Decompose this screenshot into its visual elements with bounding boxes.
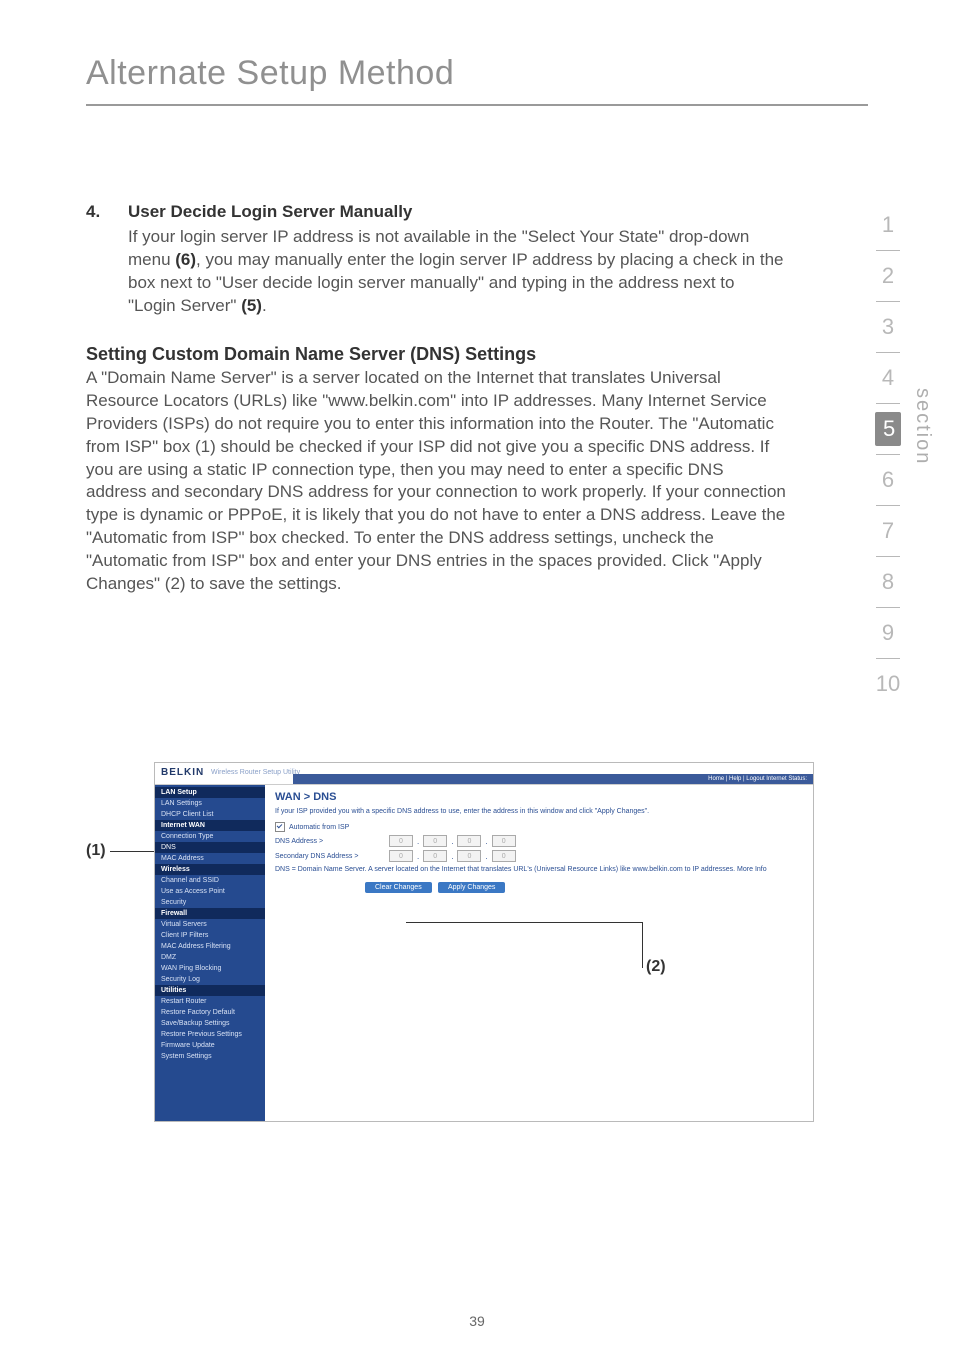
- block4-heading-row: 4. User Decide Login Server Manually: [86, 202, 786, 222]
- sidebar-firewall: Firewall: [155, 908, 265, 919]
- router-header: BELKIN Wireless Router Setup Utility Hom…: [155, 763, 813, 785]
- section-nav-6[interactable]: 6: [866, 455, 910, 505]
- dns2-address-label: Secondary DNS Address >: [275, 853, 385, 860]
- section-nav-8[interactable]: 8: [866, 557, 910, 607]
- sidebar-mac-address-filtering[interactable]: MAC Address Filtering: [155, 941, 265, 952]
- router-logo: BELKIN: [161, 767, 204, 778]
- section-nav-3[interactable]: 3: [866, 302, 910, 352]
- sidebar-wan-ping-blocking[interactable]: WAN Ping Blocking: [155, 963, 265, 974]
- section-nav-1[interactable]: 1: [866, 200, 910, 250]
- router-breadcrumb: WAN > DNS: [275, 791, 803, 803]
- dns-seg-3[interactable]: 0: [457, 835, 481, 847]
- sidebar-lan-settings[interactable]: LAN Settings: [155, 798, 265, 809]
- router-footer-note: DNS = Domain Name Server. A server locat…: [275, 865, 803, 874]
- block4-ref-6: (6): [175, 250, 196, 269]
- sidebar-channel-and-ssid[interactable]: Channel and SSID: [155, 875, 265, 886]
- sidebar-restart-router[interactable]: Restart Router: [155, 996, 265, 1007]
- title-rule: [86, 104, 868, 106]
- clear-changes-button[interactable]: Clear Changes: [365, 882, 432, 893]
- sidebar-dmz[interactable]: DMZ: [155, 952, 265, 963]
- block4-text-3: .: [262, 296, 267, 315]
- sidebar-security[interactable]: Security: [155, 897, 265, 908]
- sidebar-wireless: Wireless: [155, 864, 265, 875]
- dns-seg-2[interactable]: 0: [423, 835, 447, 847]
- dns-address-row: DNS Address > 0. 0. 0. 0: [275, 835, 803, 847]
- dns-seg-4[interactable]: 0: [492, 835, 516, 847]
- section-nav-10[interactable]: 10: [866, 659, 910, 709]
- router-ui: BELKIN Wireless Router Setup Utility Hom…: [154, 762, 814, 1122]
- callout-2: (2): [646, 958, 666, 976]
- router-main: WAN > DNS If your ISP provided you with …: [265, 785, 813, 1121]
- callout-1: (1): [86, 842, 106, 860]
- router-topbar: Home | Help | Logout Internet Status:: [293, 774, 813, 784]
- sidebar-dhcp-client-list[interactable]: DHCP Client List: [155, 809, 265, 820]
- sidebar-firmware-update[interactable]: Firmware Update: [155, 1040, 265, 1051]
- dns2-seg-1[interactable]: 0: [389, 850, 413, 862]
- sidebar-restore-previous-settings[interactable]: Restore Previous Settings: [155, 1029, 265, 1040]
- section-nav: 1234 5 678910: [866, 200, 910, 709]
- main-content: 4. User Decide Login Server Manually If …: [86, 202, 786, 596]
- section-nav-5[interactable]: 5: [875, 412, 901, 446]
- router-body: LAN SetupLAN SettingsDHCP Client ListInt…: [155, 785, 813, 1121]
- block4-text-2: , you may manually enter the login serve…: [128, 250, 783, 315]
- apply-changes-button[interactable]: Apply Changes: [438, 882, 505, 893]
- callout-2-line-v: [642, 922, 643, 968]
- sidebar-save-backup-settings[interactable]: Save/Backup Settings: [155, 1018, 265, 1029]
- block4-number: 4.: [86, 202, 128, 222]
- dns-paragraph: A "Domain Name Server" is a server locat…: [86, 367, 786, 596]
- sidebar-virtual-servers[interactable]: Virtual Servers: [155, 919, 265, 930]
- section-nav-4[interactable]: 4: [866, 353, 910, 403]
- block4-paragraph: If your login server IP address is not a…: [128, 226, 786, 318]
- section-nav-7[interactable]: 7: [866, 506, 910, 556]
- page-number: 39: [0, 1313, 954, 1329]
- dns2-address-row: Secondary DNS Address > 0. 0. 0. 0: [275, 850, 803, 862]
- dns-heading: Setting Custom Domain Name Server (DNS) …: [86, 344, 786, 365]
- sidebar-dns[interactable]: DNS: [155, 842, 265, 853]
- sidebar-utilities: Utilities: [155, 985, 265, 996]
- auto-from-isp-checkbox[interactable]: [275, 822, 285, 832]
- dns-address-label: DNS Address >: [275, 838, 385, 845]
- sidebar-lan-setup: LAN Setup: [155, 787, 265, 798]
- dns2-seg-4[interactable]: 0: [492, 850, 516, 862]
- auto-from-isp-row: Automatic from ISP: [275, 822, 803, 832]
- auto-from-isp-label: Automatic from ISP: [289, 824, 399, 831]
- section-nav-9[interactable]: 9: [866, 608, 910, 658]
- router-intro: If your ISP provided you with a specific…: [275, 807, 803, 816]
- sidebar-restore-factory-default[interactable]: Restore Factory Default: [155, 1007, 265, 1018]
- sidebar-security-log[interactable]: Security Log: [155, 974, 265, 985]
- sidebar-internet-wan: Internet WAN: [155, 820, 265, 831]
- sidebar-system-settings[interactable]: System Settings: [155, 1051, 265, 1062]
- dns2-seg-3[interactable]: 0: [457, 850, 481, 862]
- router-buttons: Clear Changes Apply Changes: [365, 882, 803, 893]
- sidebar-use-as-access-point[interactable]: Use as Access Point: [155, 886, 265, 897]
- dns2-seg-2[interactable]: 0: [423, 850, 447, 862]
- section-nav-divider: [876, 403, 900, 404]
- sidebar-mac-address[interactable]: MAC Address: [155, 853, 265, 864]
- sidebar-client-ip-filters[interactable]: Client IP Filters: [155, 930, 265, 941]
- section-nav-2[interactable]: 2: [866, 251, 910, 301]
- block4-heading: User Decide Login Server Manually: [128, 202, 412, 222]
- router-screenshot: (1) BELKIN Wireless Router Setup Utility…: [86, 762, 846, 1132]
- dns-seg-1[interactable]: 0: [389, 835, 413, 847]
- callout-2-line-h: [406, 922, 642, 923]
- section-label: section: [911, 388, 934, 465]
- block4-ref-5: (5): [241, 296, 262, 315]
- router-sidebar: LAN SetupLAN SettingsDHCP Client ListInt…: [155, 785, 265, 1121]
- sidebar-connection-type[interactable]: Connection Type: [155, 831, 265, 842]
- router-logo-sub: Wireless Router Setup Utility: [211, 769, 300, 776]
- page-title: Alternate Setup Method: [86, 54, 454, 93]
